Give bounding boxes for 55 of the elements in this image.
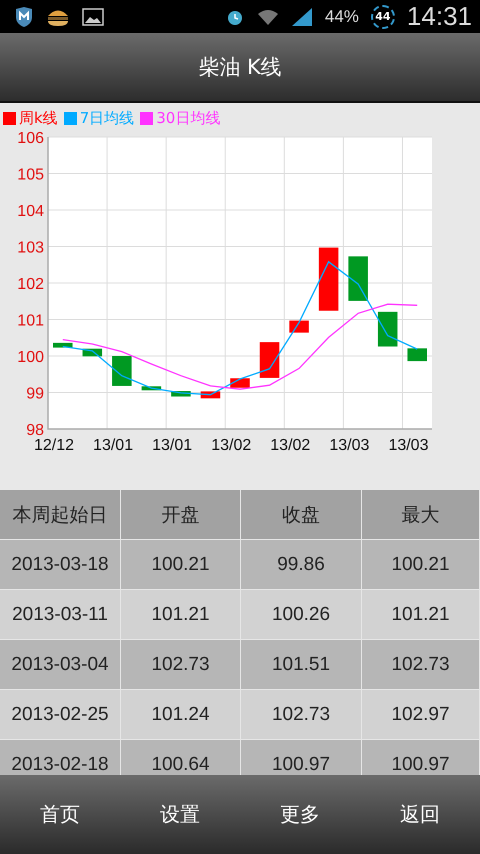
y-tick-label: 105 (17, 166, 44, 184)
clock-time: 14:31 (406, 1, 472, 32)
y-tick-label: 99 (26, 386, 44, 402)
table-cell: 101.24 (121, 690, 241, 740)
column-header: 本周起始日 (0, 490, 121, 540)
image-icon (82, 8, 104, 26)
nav-button[interactable]: 返回 (400, 793, 440, 836)
table-cell: 2013-02-25 (0, 690, 121, 740)
legend-label: 30日均线 (156, 108, 220, 128)
table-cell: 102.97 (362, 690, 480, 740)
battery-badge: 44 (370, 4, 395, 28)
table-cell: 2013-03-04 (0, 640, 121, 690)
column-header: 收盘 (241, 490, 362, 540)
table-cell: 100.21 (362, 540, 480, 590)
x-tick-label: 12/12 (34, 437, 74, 454)
x-tick-label: 13/02 (270, 437, 310, 454)
battery-percent: 44% (324, 6, 359, 26)
y-tick-label: 101 (17, 312, 44, 330)
y-tick-label: 104 (17, 203, 44, 220)
legend-label: 7日均线 (80, 108, 134, 128)
y-tick-label: 102 (17, 276, 44, 293)
y-tick-label: 100 (17, 349, 44, 366)
y-tick-label: 98 (26, 422, 44, 439)
table-cell: 2013-02-18 (0, 740, 121, 775)
table-cell: 100.97 (362, 740, 480, 775)
signal-icon (290, 6, 313, 26)
x-tick-label: 13/02 (211, 437, 252, 454)
table-cell: 100.21 (121, 540, 241, 590)
table-cell: 102.73 (121, 640, 241, 690)
shield-icon (14, 6, 34, 28)
y-tick-label: 106 (17, 130, 44, 147)
table-cell: 101.51 (241, 640, 362, 690)
table-cell: 100.97 (241, 740, 362, 775)
wifi-icon (256, 8, 279, 26)
table-cell: 102.73 (362, 640, 480, 690)
table-cell: 2013-03-11 (0, 590, 121, 640)
x-tick-label: 13/01 (93, 437, 134, 454)
page-title: 柴油 K线 (198, 54, 282, 81)
table-cell: 101.21 (362, 590, 480, 640)
legend-label: 周k线 (19, 108, 58, 128)
table-cell: 100.64 (121, 740, 241, 775)
column-header: 开盘 (121, 490, 241, 540)
nav-button[interactable]: 首页 (40, 793, 80, 836)
nav-button[interactable]: 更多 (280, 793, 320, 836)
table-cell: 99.86 (241, 540, 362, 590)
column-header: 最大 (362, 490, 480, 540)
table-cell: 100.26 (241, 590, 362, 640)
nav-button[interactable]: 设置 (160, 793, 200, 836)
x-tick-label: 13/03 (329, 437, 370, 454)
y-tick-label: 103 (17, 240, 44, 256)
x-tick-label: 13/03 (388, 437, 428, 454)
table-cell: 101.21 (121, 590, 241, 640)
table-cell: 2013-03-18 (0, 540, 121, 590)
table-cell: 102.73 (241, 690, 362, 740)
x-tick-label: 13/01 (152, 437, 192, 454)
